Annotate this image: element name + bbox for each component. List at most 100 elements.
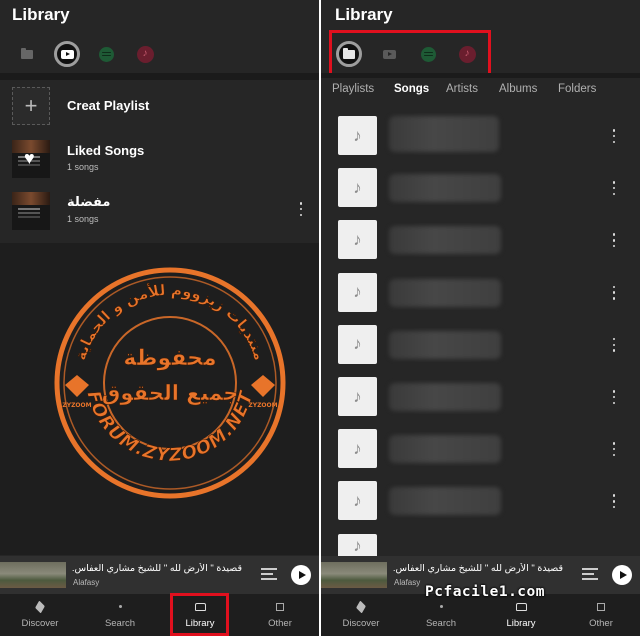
compass-icon [356, 600, 366, 613]
playlist-cover [12, 192, 50, 230]
more-options-icon[interactable] [298, 202, 304, 216]
nav-other[interactable]: Other [561, 594, 640, 636]
more-options-icon[interactable] [611, 390, 617, 404]
source-folder-button[interactable] [336, 41, 362, 67]
more-options-icon[interactable] [611, 233, 617, 248]
tab-albums[interactable]: Albums [499, 83, 537, 95]
nav-label: Search [104, 618, 136, 629]
nav-other[interactable]: Other [240, 594, 319, 636]
tab-folders[interactable]: Folders [558, 83, 596, 95]
mini-player[interactable]: قصيدة " الأرض لله " للشيخ مشاري العفاس..… [0, 556, 319, 594]
music-note-icon: ♪ [338, 324, 377, 364]
create-playlist-row[interactable]: + Creat Playlist [0, 83, 319, 127]
forum-stamp-watermark: منتديات زيزووم للأمن و الحماية محفوظة جم… [54, 267, 286, 499]
create-playlist-label: Creat Playlist [67, 98, 150, 113]
source-spotify-button[interactable] [93, 41, 119, 67]
nav-label: Discover [21, 618, 59, 629]
mini-player-artist: Alafasy [394, 578, 421, 587]
source-spotify-button[interactable] [415, 41, 441, 67]
heart-icon: ♥ [24, 148, 35, 168]
song-row[interactable]: ♪ [321, 377, 640, 429]
youtube-icon [60, 49, 74, 59]
divider [0, 73, 319, 80]
song-row[interactable]: ♪ [321, 168, 640, 220]
left-screen: Library ♪ + Creat Playlist ♥ Liked Songs… [0, 0, 319, 636]
nav-label: Library [185, 618, 215, 629]
song-row[interactable]: ♪ [321, 116, 640, 168]
nav-label: Library [506, 618, 536, 629]
song-title-redacted [389, 330, 501, 359]
mini-player-artist: Alafasy [73, 578, 100, 587]
folder-icon [343, 47, 355, 59]
nav-label: Other [589, 618, 613, 629]
nav-search[interactable]: Search [401, 594, 481, 636]
svg-text:جميع الحقوق: جميع الحقوق [102, 381, 239, 405]
mini-player-artwork [0, 562, 66, 588]
apple-music-icon: ♪ [136, 45, 154, 63]
playlist-count: 1 songs [67, 214, 99, 224]
nav-label: Other [268, 618, 292, 629]
mini-player-artwork [321, 562, 387, 588]
svg-text:محفوظة: محفوظة [123, 346, 216, 371]
source-youtube-button[interactable] [376, 41, 402, 67]
nav-label: Search [425, 618, 457, 629]
song-title-redacted [389, 487, 501, 516]
play-button[interactable] [612, 565, 632, 585]
playlist-row[interactable]: ♥ Liked Songs 1 songs [0, 136, 319, 180]
more-options-icon[interactable] [611, 129, 617, 143]
nav-discover[interactable]: Discover [0, 594, 80, 636]
song-title-redacted [389, 435, 501, 464]
spotify-icon [98, 46, 114, 62]
play-button[interactable] [291, 565, 311, 585]
search-icon [439, 605, 443, 608]
bottom-nav: Discover Search Library Other [321, 594, 640, 636]
nav-search[interactable]: Search [80, 594, 160, 636]
queue-icon[interactable] [582, 568, 598, 581]
song-row[interactable]: ♪ [321, 220, 640, 272]
svg-text:ZYZOOM: ZYZOOM [62, 402, 91, 409]
playlist-count: 1 songs [67, 162, 99, 172]
queue-icon[interactable] [261, 568, 277, 581]
tab-artists[interactable]: Artists [446, 83, 478, 95]
more-options-icon[interactable] [611, 181, 617, 196]
other-icon [597, 602, 605, 611]
page-title: Library [12, 5, 70, 24]
library-tabs: Playlists Songs Artists Albums Folders [321, 83, 640, 105]
source-selector: ♪ [0, 37, 319, 70]
song-title-redacted [389, 278, 501, 307]
song-row[interactable]: ♪ [321, 324, 640, 377]
music-note-icon: ♪ [338, 168, 377, 208]
playlist-row[interactable]: مفضلة 1 songs [0, 188, 319, 232]
source-apple-music-button[interactable]: ♪ [132, 41, 158, 67]
folder-icon [21, 47, 33, 59]
music-note-icon: ♪ [338, 377, 377, 416]
song-row[interactable]: ♪ [321, 429, 640, 481]
source-youtube-button[interactable] [54, 41, 80, 67]
song-row[interactable]: ♪ [321, 481, 640, 533]
music-note-icon: ♪ [338, 272, 377, 312]
other-icon [276, 602, 284, 611]
right-screen: Library ♪ Playlists Songs Artists Albums… [321, 0, 640, 636]
more-options-icon[interactable] [611, 285, 617, 300]
tab-songs[interactable]: Songs [394, 83, 429, 95]
music-note-icon: ♪ [338, 429, 377, 469]
song-title-redacted [389, 226, 501, 255]
nav-discover[interactable]: Discover [321, 594, 401, 636]
page-title: Library [335, 5, 393, 24]
source-selector: ♪ [321, 37, 640, 70]
music-note-icon: ♪ [338, 116, 377, 155]
tab-playlists[interactable]: Playlists [332, 83, 374, 95]
more-options-icon[interactable] [611, 442, 617, 457]
nav-library[interactable]: Library [160, 594, 240, 636]
song-title-redacted [389, 174, 501, 203]
plus-icon: + [12, 87, 50, 125]
more-options-icon[interactable] [611, 494, 617, 509]
playlist-cover: ♥ [12, 140, 50, 178]
song-title-redacted [389, 116, 499, 152]
more-options-icon[interactable] [611, 337, 617, 352]
bottom-nav: Discover Search Library Other [0, 594, 319, 636]
source-folder-button[interactable] [14, 41, 40, 67]
song-row[interactable]: ♪ [321, 272, 640, 325]
nav-library[interactable]: Library [481, 594, 561, 636]
source-apple-music-button[interactable]: ♪ [454, 41, 480, 67]
